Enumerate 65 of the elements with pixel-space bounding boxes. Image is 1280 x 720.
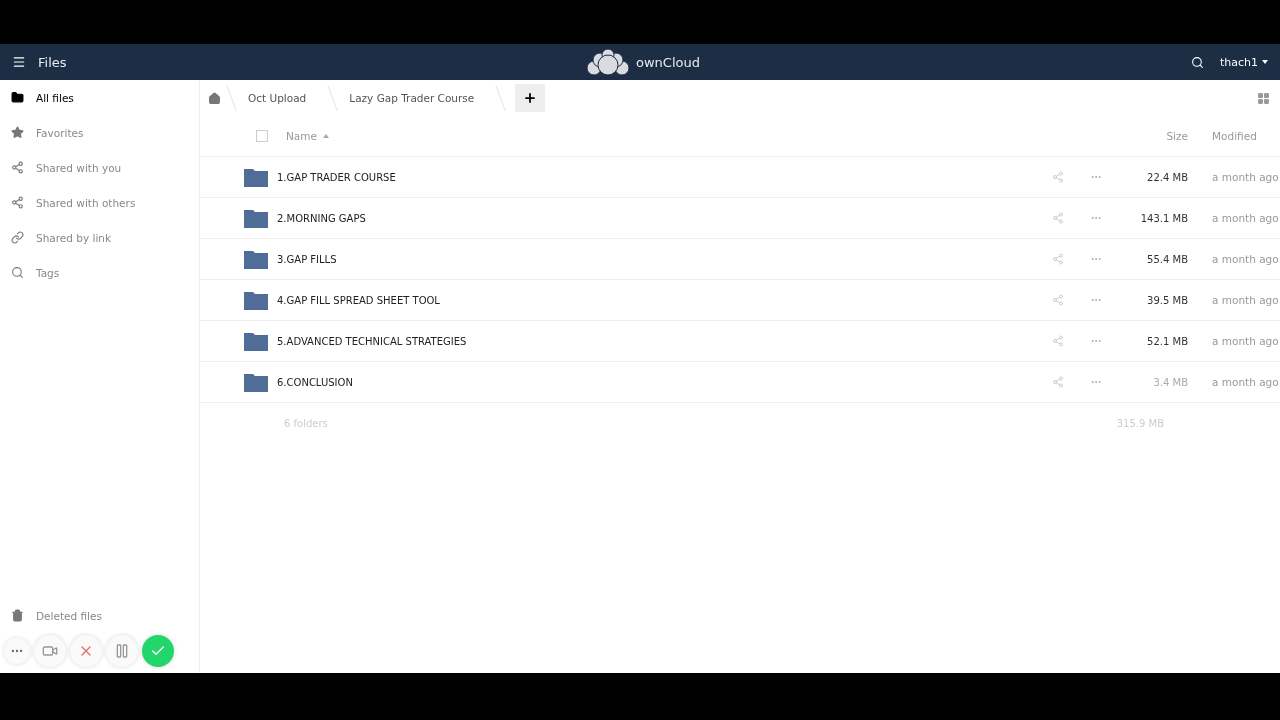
more-button[interactable] (4, 638, 30, 664)
star-icon (11, 126, 24, 139)
sidebar-item[interactable]: Shared with you (0, 150, 199, 185)
file-size: 39.5 MB (1146, 294, 1188, 306)
pause-button[interactable] (106, 635, 138, 667)
file-size: 143.1 MB (1139, 212, 1188, 224)
add-button[interactable] (515, 84, 546, 112)
share-icon[interactable] (1052, 376, 1064, 388)
camera-button[interactable] (34, 635, 66, 667)
sidebar-item[interactable]: Deleted files (0, 598, 199, 633)
search-icon[interactable] (1190, 55, 1204, 69)
folder-name[interactable]: 5.ADVANCED TECHNICAL STRATEGIES (277, 335, 1052, 347)
sidebar-item[interactable]: Shared by link (0, 220, 199, 255)
modified-date: a month ago (1211, 253, 1280, 265)
folder-name[interactable]: 2.MORNING GAPS (277, 212, 1052, 224)
folder-icon (11, 91, 24, 104)
home-icon[interactable] (208, 91, 221, 105)
grid-view-icon[interactable] (1257, 91, 1270, 105)
user-menu[interactable]: thach1 (1219, 55, 1268, 69)
folder-name[interactable]: 4.GAP FILL SPREAD SHEET TOOL (277, 294, 1052, 306)
folder-name[interactable]: 1.GAP TRADER COURSE (277, 171, 1052, 183)
share-icon[interactable] (1052, 253, 1064, 265)
app-title: Files (38, 54, 67, 70)
sidebar-item[interactable]: Favorites (0, 115, 199, 150)
share-icon (11, 196, 24, 209)
share-icon[interactable] (1052, 294, 1064, 306)
sort-arrow-icon (323, 134, 329, 138)
folder-icon (244, 372, 268, 392)
cloud-logo-icon (584, 48, 632, 76)
modified-date: a month ago (1211, 294, 1280, 306)
share-icon[interactable] (1052, 212, 1064, 224)
pause-icon (114, 643, 130, 659)
search-icon (11, 266, 24, 279)
video-camera-icon (42, 643, 58, 659)
folder-name[interactable]: 3.GAP FILLS (277, 253, 1052, 265)
menu-icon[interactable] (12, 55, 26, 69)
modified-date: a month ago (1211, 335, 1280, 347)
folder-icon (244, 167, 268, 187)
breadcrumb[interactable]: Oct Upload (232, 92, 323, 104)
link-icon (11, 231, 24, 244)
folder-icon (244, 249, 268, 269)
sidebar-item[interactable]: All files (0, 80, 199, 115)
folder-icon (244, 208, 268, 228)
share-icon[interactable] (1052, 335, 1064, 347)
done-button[interactable] (142, 635, 174, 667)
breadcrumb[interactable]: Lazy Gap Trader Course (333, 92, 491, 104)
folder-icon (244, 331, 268, 351)
file-size: 52.1 MB (1146, 335, 1188, 347)
brand-name: ownCloud (636, 54, 700, 70)
share-icon[interactable] (1052, 171, 1064, 183)
trash-icon (11, 609, 24, 622)
sidebar-item[interactable]: Tags (0, 255, 199, 290)
modified-date: a month ago (1211, 171, 1280, 183)
share-icon (11, 161, 24, 174)
file-size: 3.4 MB (1152, 376, 1188, 388)
sidebar-item[interactable]: Shared with others (0, 185, 199, 220)
folder-name[interactable]: 6.CONCLUSION (277, 376, 1052, 388)
file-size: 55.4 MB (1146, 253, 1188, 265)
cancel-button[interactable] (70, 635, 102, 667)
modified-date: a month ago (1211, 212, 1280, 224)
select-all-checkbox[interactable] (256, 130, 268, 142)
file-size: 22.4 MB (1146, 171, 1188, 183)
folder-icon (244, 290, 268, 310)
modified-date: a month ago (1211, 376, 1280, 388)
plus-icon (523, 91, 538, 105)
